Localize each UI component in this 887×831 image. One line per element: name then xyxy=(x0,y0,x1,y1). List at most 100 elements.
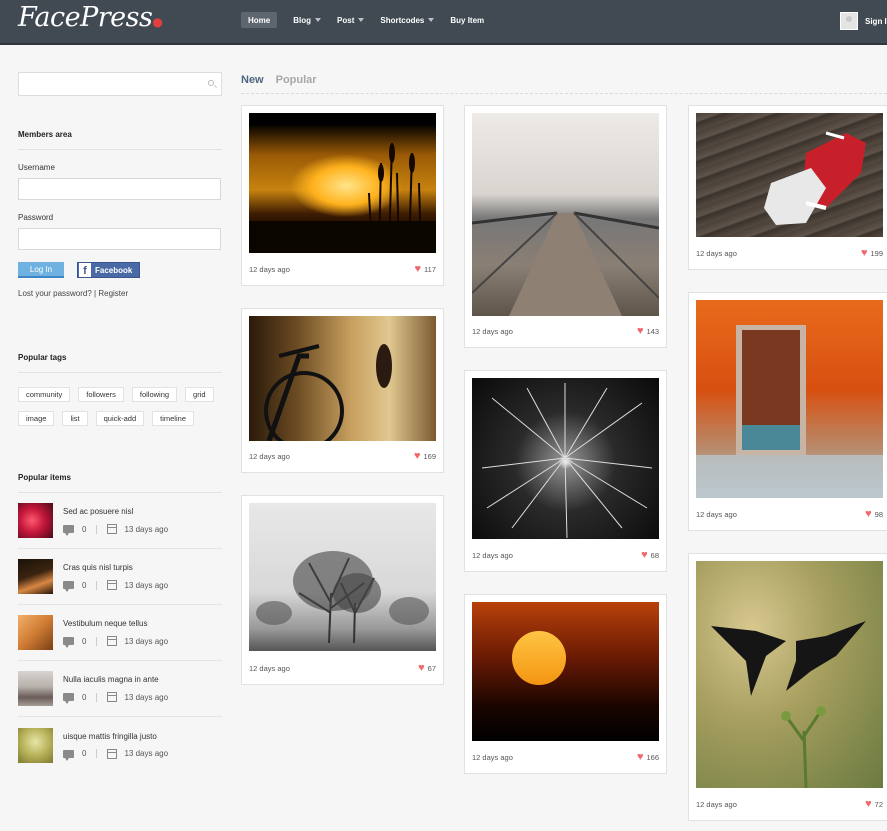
post-card[interactable]: 12 days ago ♥ 68 xyxy=(464,370,667,572)
post-card[interactable]: 12 days ago ♥ 117 xyxy=(241,105,444,286)
tag-grid[interactable]: grid xyxy=(185,387,214,402)
post-card[interactable]: 12 days ago ♥ 169 xyxy=(241,308,444,473)
post-thumbnail[interactable] xyxy=(18,615,53,650)
popular-item-title[interactable]: Vestibulum neque tellus xyxy=(63,619,168,628)
members-area-title: Members area xyxy=(18,130,222,150)
like-button[interactable]: ♥ 67 xyxy=(418,663,436,674)
post-image[interactable] xyxy=(696,300,883,498)
nav-home[interactable]: Home xyxy=(241,12,278,28)
post-card[interactable]: 12 days ago ♥ 98 xyxy=(688,292,887,531)
post-card[interactable]: 12 days ago ♥ 143 xyxy=(464,105,667,348)
like-button[interactable]: ♥ 166 xyxy=(637,752,659,763)
tag-list-tag[interactable]: list xyxy=(62,411,88,426)
heart-icon: ♥ xyxy=(636,751,644,763)
nav-blog[interactable]: Blog xyxy=(293,12,322,28)
calendar-icon xyxy=(107,580,118,590)
bicycle-graphic xyxy=(264,344,392,451)
nav-post[interactable]: Post xyxy=(337,12,365,28)
post-date: 12 days ago xyxy=(472,551,513,560)
nav-shortcodes-label: Shortcodes xyxy=(380,15,425,25)
search-input[interactable] xyxy=(18,72,222,96)
chevron-down-icon xyxy=(315,18,322,22)
like-button[interactable]: ♥ 143 xyxy=(637,326,659,337)
list-item[interactable]: Vestibulum neque tellus 0 13 days ago xyxy=(18,605,222,661)
post-date: 13 days ago xyxy=(124,692,169,702)
popular-item-title[interactable]: Nulla iaculis magna in ante xyxy=(63,675,168,684)
heart-icon: ♥ xyxy=(636,325,644,337)
facebook-login-button[interactable]: f Facebook xyxy=(77,262,140,278)
list-item[interactable]: Nulla iaculis magna in ante 0 13 days ago xyxy=(18,661,222,717)
login-button[interactable]: Log In xyxy=(18,262,64,278)
password-label: Password xyxy=(18,213,54,222)
list-item[interactable]: uisque mattis fringilla justo 0 13 days a… xyxy=(18,717,222,773)
sign-in[interactable]: Sign In xyxy=(840,12,887,30)
tag-list: community followers following grid image… xyxy=(18,387,222,435)
like-button[interactable]: ♥ 68 xyxy=(641,550,659,561)
nav-shortcodes[interactable]: Shortcodes xyxy=(380,12,435,28)
like-button[interactable]: ♥ 169 xyxy=(414,451,436,462)
nav-buy-item[interactable]: Buy Item xyxy=(450,12,484,28)
comment-count: 0 xyxy=(82,580,87,590)
post-image[interactable] xyxy=(696,113,883,237)
like-button[interactable]: ♥ 72 xyxy=(865,799,883,810)
lost-password-link[interactable]: Lost your password? | Register xyxy=(18,289,222,298)
post-thumbnail[interactable] xyxy=(18,671,53,706)
username-field[interactable] xyxy=(18,178,221,200)
post-thumbnail[interactable] xyxy=(18,559,53,594)
post-image[interactable] xyxy=(472,602,659,741)
post-card[interactable]: 12 days ago ♥ 199 xyxy=(688,105,887,270)
tag-timeline[interactable]: timeline xyxy=(152,411,194,426)
sun-graphic xyxy=(512,631,566,685)
post-card[interactable]: 12 days ago ♥ 166 xyxy=(464,594,667,774)
boardwalk-graphic xyxy=(471,211,660,316)
like-button[interactable]: ♥ 117 xyxy=(415,264,437,275)
popular-items-title: Popular items xyxy=(18,473,222,493)
tag-followers[interactable]: followers xyxy=(78,387,124,402)
post-image[interactable] xyxy=(471,113,660,316)
popular-item-title[interactable]: Sed ac posuere nisl xyxy=(63,507,168,516)
like-button[interactable]: ♥ 98 xyxy=(865,509,883,520)
site-logo[interactable]: FacePress● xyxy=(18,2,163,33)
post-image[interactable] xyxy=(472,378,659,539)
popular-items: Popular items Sed ac posuere nisl 0 13 da… xyxy=(18,473,222,773)
post-card[interactable]: 12 days ago ♥ 67 xyxy=(241,495,444,685)
dandelion-graphic xyxy=(481,383,653,539)
sneakers-graphic xyxy=(764,131,866,225)
post-date: 12 days ago xyxy=(696,510,737,519)
door-graphic xyxy=(696,325,883,498)
popular-item-title[interactable]: Cras quis nisl turpis xyxy=(63,563,168,572)
like-button[interactable]: ♥ 199 xyxy=(861,248,883,259)
post-image[interactable] xyxy=(249,316,436,451)
like-count: 98 xyxy=(874,510,883,519)
heart-icon: ♥ xyxy=(865,508,872,520)
tag-following[interactable]: following xyxy=(131,387,178,402)
heart-icon: ♥ xyxy=(641,549,648,561)
list-item[interactable]: Sed ac posuere nisl 0 13 days ago xyxy=(18,493,222,549)
comment-count: 0 xyxy=(82,524,87,534)
post-thumbnail[interactable] xyxy=(18,727,53,763)
post-card[interactable]: 12 days ago ♥ 72 xyxy=(688,553,887,821)
nav-post-label: Post xyxy=(337,15,355,25)
tab-popular[interactable]: Popular xyxy=(276,74,317,86)
post-image[interactable] xyxy=(696,561,883,789)
popular-tags-title: Popular tags xyxy=(18,353,222,373)
post-date: 12 days ago xyxy=(249,452,290,461)
list-item[interactable]: Cras quis nisl turpis 0 13 days ago xyxy=(18,549,222,605)
tag-quick-add[interactable]: quick-add xyxy=(95,411,145,426)
like-count: 117 xyxy=(424,265,436,274)
tag-community[interactable]: community xyxy=(18,387,71,402)
tab-new[interactable]: New xyxy=(241,74,264,86)
popular-item-title[interactable]: uisque mattis fringilla justo xyxy=(63,732,168,741)
post-image[interactable] xyxy=(249,113,436,254)
logo-text: FacePress xyxy=(18,2,153,33)
comment-icon xyxy=(63,693,74,704)
tag-image[interactable]: image xyxy=(18,411,55,426)
calendar-icon xyxy=(107,636,118,646)
post-image[interactable] xyxy=(249,503,436,651)
search-icon[interactable] xyxy=(208,80,214,86)
top-bar: FacePress● Home Blog Post Shortcodes Buy… xyxy=(0,0,887,45)
calendar-icon xyxy=(107,524,118,534)
like-count: 68 xyxy=(650,551,659,560)
password-field[interactable] xyxy=(18,228,221,250)
post-thumbnail[interactable] xyxy=(18,503,53,538)
